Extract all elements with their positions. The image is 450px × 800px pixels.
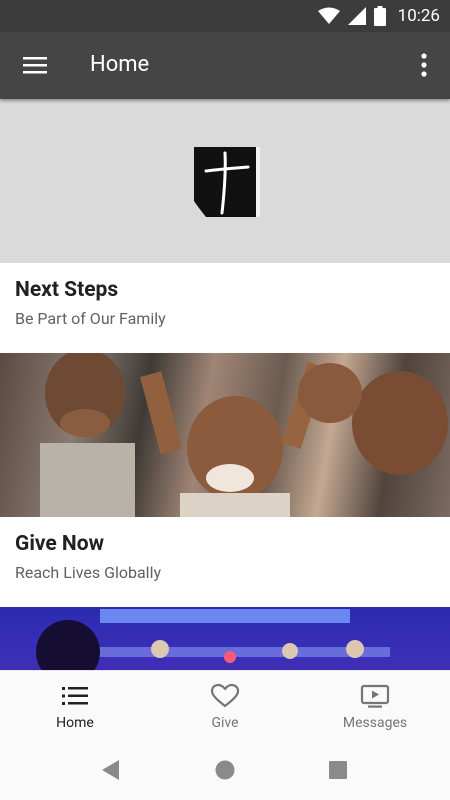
nav-item-messages[interactable]: Messages	[300, 671, 450, 743]
signal-icon	[347, 7, 366, 25]
system-nav-bar	[0, 742, 450, 800]
status-bar: 10:26	[0, 0, 450, 32]
card-title: Give Now	[15, 532, 105, 556]
page-title: Home	[90, 52, 150, 77]
home-circle-icon[interactable]	[215, 760, 235, 780]
card-text: Give Now Reach Lives Globally	[0, 517, 450, 607]
back-icon[interactable]	[101, 759, 121, 781]
nav-item-give[interactable]: Give	[150, 671, 300, 743]
more-options-icon[interactable]	[418, 52, 430, 78]
children-photo	[0, 353, 450, 517]
card-subtitle: Reach Lives Globally	[15, 563, 162, 582]
card-image-next-steps	[0, 99, 450, 263]
app-bar: Home	[0, 32, 450, 99]
stage-shapes	[36, 609, 390, 670]
list-icon	[62, 687, 88, 705]
wifi-icon	[317, 7, 340, 24]
nav-label-messages: Messages	[342, 715, 408, 731]
status-time: 10:26	[397, 6, 440, 26]
status-icons: 10:26	[317, 0, 440, 32]
nav-label-home: Home	[56, 715, 94, 731]
card-title: Next Steps	[15, 278, 119, 302]
recents-icon[interactable]	[329, 761, 347, 779]
feed: Next Steps Be Part of Our Family Give No…	[0, 99, 450, 670]
nav-item-home[interactable]: Home	[0, 671, 150, 743]
children-photo-shapes	[40, 353, 448, 517]
menu-icon[interactable]	[22, 54, 48, 76]
card-subtitle: Be Part of Our Family	[15, 309, 166, 328]
card-worship[interactable]	[0, 607, 450, 670]
worship-stage-photo	[0, 607, 450, 670]
cross-logo	[194, 147, 260, 217]
battery-icon	[373, 6, 386, 26]
bottom-nav: Home Give Messages	[0, 670, 450, 743]
card-text: Next Steps Be Part of Our Family	[0, 263, 450, 353]
nav-label-give: Give	[211, 715, 239, 731]
card-next-steps[interactable]: Next Steps Be Part of Our Family	[0, 99, 450, 353]
heart-icon	[210, 683, 240, 708]
video-icon	[360, 684, 390, 708]
card-give-now[interactable]: Give Now Reach Lives Globally	[0, 353, 450, 607]
